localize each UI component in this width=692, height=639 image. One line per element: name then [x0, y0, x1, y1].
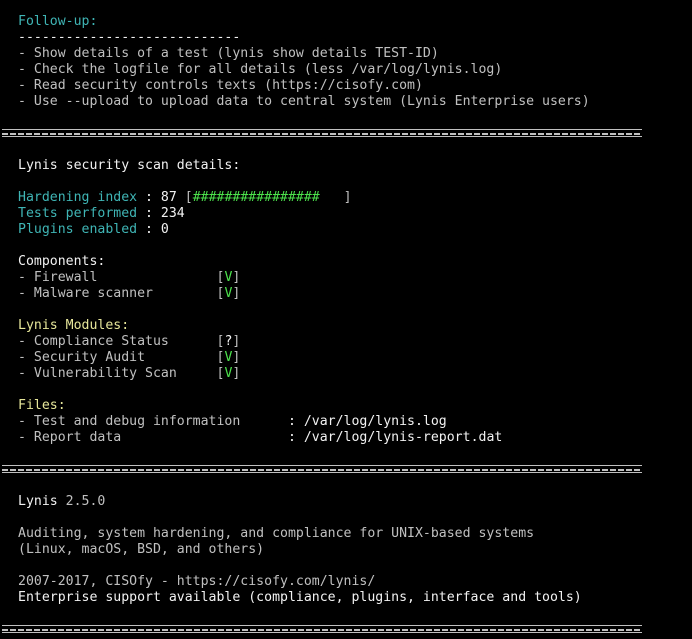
module-row: - Compliance Status [?]	[0, 334, 240, 350]
product-version: 2.5.0	[57, 494, 106, 509]
scan-details-title: Lynis security scan details:	[18, 158, 241, 173]
tests-performed-row: Tests performed : 234	[0, 206, 185, 222]
followup-item: - Show details of a test (lynis show det…	[18, 46, 439, 61]
terminal-window[interactable]: Follow-up: ---------------------------- …	[0, 0, 692, 639]
hardening-index-row: Hardening index : 87 [################ ]	[0, 190, 352, 206]
copyright-line: 2007-2017, CISOfy - https://cisofy.com/l…	[18, 574, 376, 589]
files-heading: Files:	[18, 398, 66, 413]
file-label: - Test and debug information	[18, 414, 288, 429]
component-name: - Malware scanner	[18, 286, 217, 301]
followup-item: - Use --upload to upload data to central…	[18, 94, 590, 109]
status-bracket-close: ]	[232, 350, 241, 365]
followup-heading: Follow-up:	[18, 14, 98, 29]
separator-line	[2, 465, 642, 473]
enterprise-support-line: Enterprise support available (compliance…	[18, 590, 582, 605]
status-bracket-close: ]	[232, 334, 241, 349]
product-name: Lynis	[18, 494, 58, 509]
module-row: - Vulnerability Scan [V]	[0, 366, 240, 382]
plugins-enabled-row: Plugins enabled : 0	[0, 222, 169, 238]
followup-item: - Check the logfile for all details (les…	[18, 62, 503, 77]
followup-item: - Read security controls texts (https://…	[18, 78, 423, 93]
hardening-bar-open: [	[176, 190, 193, 205]
component-name: - Firewall	[18, 270, 217, 285]
file-row: - Report data : /var/log/lynis-report.da…	[0, 430, 502, 446]
hardening-progress-bar: ################	[192, 190, 320, 205]
file-label: - Report data	[18, 430, 288, 445]
plugins-enabled-value: 0	[160, 222, 169, 237]
plugins-enabled-label: Plugins enabled	[18, 222, 138, 237]
module-name: - Security Audit	[18, 350, 217, 365]
component-row: - Firewall [V]	[0, 270, 240, 286]
status-bracket-close: ]	[232, 270, 241, 285]
file-row: - Test and debug information : /var/log/…	[0, 414, 447, 430]
description-line: (Linux, macOS, BSD, and others)	[18, 542, 265, 557]
hardening-index-value: 87	[160, 190, 177, 205]
component-row: - Malware scanner [V]	[0, 286, 240, 302]
tests-performed-label: Tests performed	[18, 206, 138, 221]
module-name: - Compliance Status	[18, 334, 217, 349]
tests-performed-value: 234	[160, 206, 185, 221]
followup-rule: ----------------------------	[18, 30, 241, 45]
hardening-index-separator: :	[137, 190, 161, 205]
tests-performed-separator: :	[137, 206, 161, 221]
lynis-version-line: Lynis 2.5.0	[0, 494, 105, 510]
modules-heading: Lynis Modules:	[18, 318, 130, 333]
hardening-index-label: Hardening index	[18, 190, 138, 205]
status-bracket-close: ]	[232, 366, 241, 381]
separator-line	[2, 129, 642, 137]
components-heading: Components:	[18, 254, 106, 269]
status-bracket-close: ]	[232, 286, 241, 301]
file-path: : /var/log/lynis-report.dat	[287, 430, 503, 445]
module-row: - Security Audit [V]	[0, 350, 240, 366]
description-line: Auditing, system hardening, and complian…	[18, 526, 535, 541]
plugins-enabled-separator: :	[137, 222, 161, 237]
hardening-bar-close: ]	[319, 190, 352, 205]
file-path: : /var/log/lynis.log	[287, 414, 447, 429]
module-name: - Vulnerability Scan	[18, 366, 217, 381]
separator-line	[2, 625, 642, 633]
